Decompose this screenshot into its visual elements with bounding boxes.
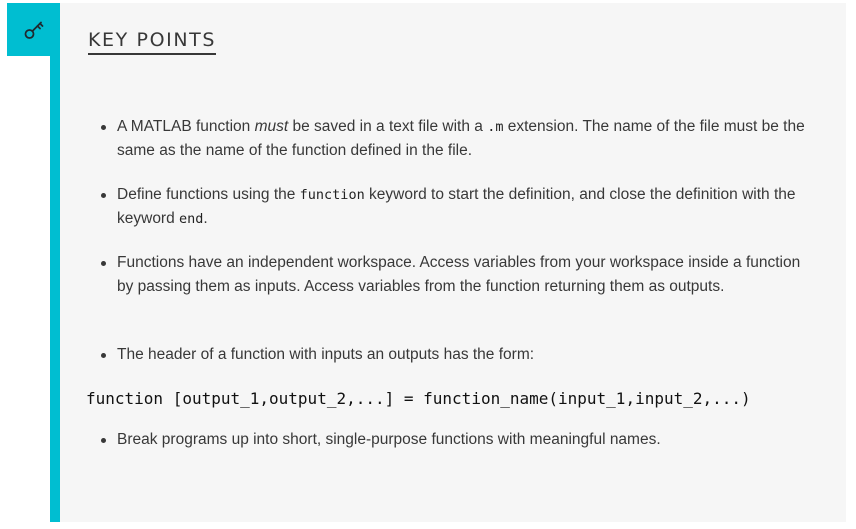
inline-code: .m: [487, 119, 504, 135]
list-item: Define functions using the function keyw…: [101, 183, 817, 231]
item-text: A MATLAB function: [117, 118, 255, 135]
list-item: Functions have an independent workspace.…: [101, 251, 817, 299]
item-text: be saved in a text file with a: [288, 118, 488, 135]
callout-heading: KEY POINTS: [88, 28, 217, 55]
key-icon: [22, 18, 46, 42]
item-text: .: [203, 210, 208, 227]
inline-code: end: [179, 211, 204, 227]
emphasis-text: must: [254, 118, 289, 135]
list-item: Break programs up into short, single-pur…: [101, 428, 817, 452]
list-item: The header of a function with inputs an …: [101, 343, 817, 367]
key-badge: [7, 3, 60, 56]
item-text: Define functions using the: [117, 186, 300, 203]
list-item: A MATLAB function must be saved in a tex…: [101, 115, 817, 163]
code-block: function [output_1,output_2,...] = funct…: [86, 389, 751, 408]
inline-code: function: [299, 187, 365, 203]
